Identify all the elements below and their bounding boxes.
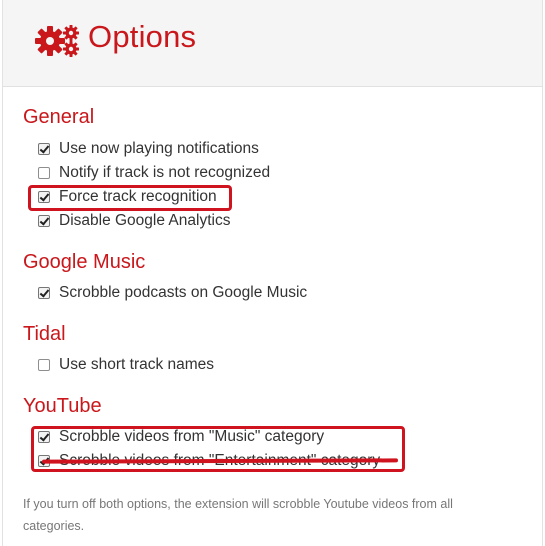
checkbox[interactable] bbox=[38, 455, 50, 467]
section-title-tidal: Tidal bbox=[23, 323, 66, 345]
checkbox[interactable] bbox=[38, 143, 50, 155]
option-label: Disable Google Analytics bbox=[59, 212, 231, 229]
option-scrobble-podcasts[interactable]: Scrobble podcasts on Google Music bbox=[38, 282, 307, 304]
page-title: Options bbox=[88, 19, 197, 54]
checkbox[interactable] bbox=[38, 167, 50, 179]
option-use-now-playing-notifications[interactable]: Use now playing notifications bbox=[38, 138, 259, 160]
gears-icon bbox=[35, 25, 79, 57]
option-force-track-recognition[interactable]: Force track recognition bbox=[38, 186, 217, 208]
option-label: Use short track names bbox=[59, 356, 215, 373]
option-label: Scrobble podcasts on Google Music bbox=[59, 284, 308, 301]
section-title-google-music: Google Music bbox=[23, 251, 146, 273]
option-scrobble-music-category[interactable]: Scrobble videos from "Music" category bbox=[38, 426, 324, 448]
section-title-youtube: YouTube bbox=[23, 395, 102, 417]
option-use-short-track-names[interactable]: Use short track names bbox=[38, 354, 214, 376]
option-label: Use now playing notifications bbox=[59, 140, 259, 157]
option-disable-google-analytics[interactable]: Disable Google Analytics bbox=[38, 210, 230, 232]
section-title-general: General bbox=[23, 106, 95, 128]
youtube-note: If you turn off both options, the extens… bbox=[23, 497, 453, 533]
option-label: Scrobble videos from "Music" category bbox=[59, 428, 325, 445]
option-label: Notify if track is not recognized bbox=[59, 164, 271, 181]
option-notify-if-not-recognized[interactable]: Notify if track is not recognized bbox=[38, 162, 270, 184]
option-label: Scrobble videos from "Entertainment" cat… bbox=[59, 452, 381, 469]
checkbox[interactable] bbox=[38, 287, 50, 299]
checkbox[interactable] bbox=[38, 431, 50, 443]
option-label: Force track recognition bbox=[59, 188, 217, 205]
checkbox[interactable] bbox=[38, 215, 50, 227]
checkbox[interactable] bbox=[38, 191, 50, 203]
options-header: Options bbox=[3, 0, 542, 87]
option-scrobble-entertainment-category[interactable]: Scrobble videos from "Entertainment" cat… bbox=[38, 450, 380, 472]
checkbox[interactable] bbox=[38, 359, 50, 371]
